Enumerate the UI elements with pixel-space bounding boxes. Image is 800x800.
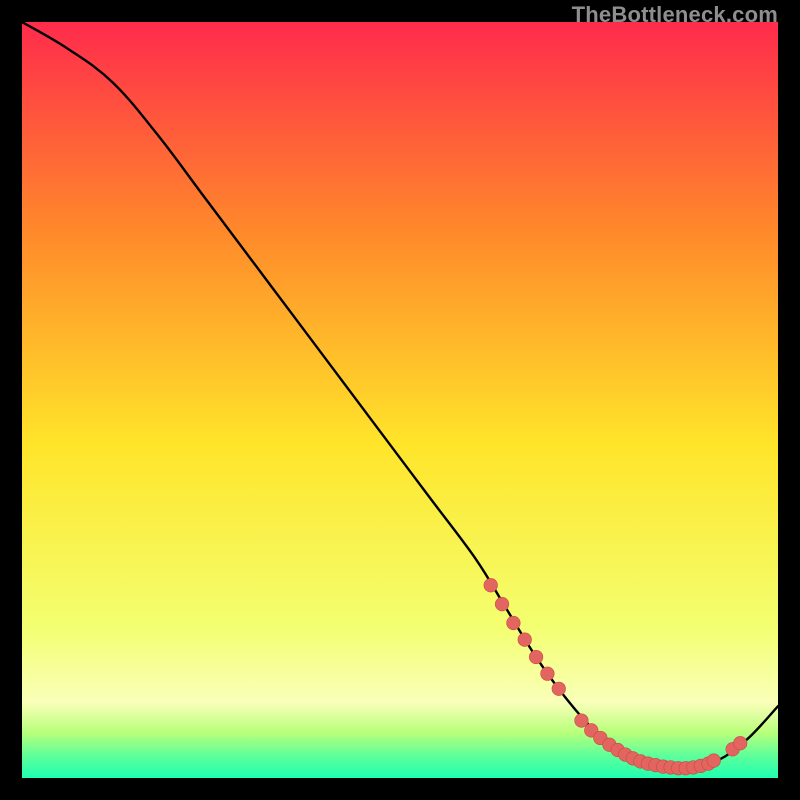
data-marker bbox=[529, 650, 543, 664]
data-marker bbox=[495, 597, 509, 611]
data-marker bbox=[575, 714, 589, 728]
data-marker bbox=[733, 736, 747, 750]
data-marker bbox=[541, 667, 555, 681]
data-marker bbox=[707, 754, 721, 768]
watermark-text: TheBottleneck.com bbox=[572, 2, 778, 28]
data-marker bbox=[552, 682, 566, 696]
data-marker bbox=[507, 616, 521, 630]
plot-area bbox=[22, 22, 778, 778]
chart-frame: { "watermark": "TheBottleneck.com", "col… bbox=[0, 0, 800, 800]
data-marker bbox=[484, 578, 498, 592]
gradient-background bbox=[22, 22, 778, 778]
data-marker bbox=[518, 633, 532, 647]
